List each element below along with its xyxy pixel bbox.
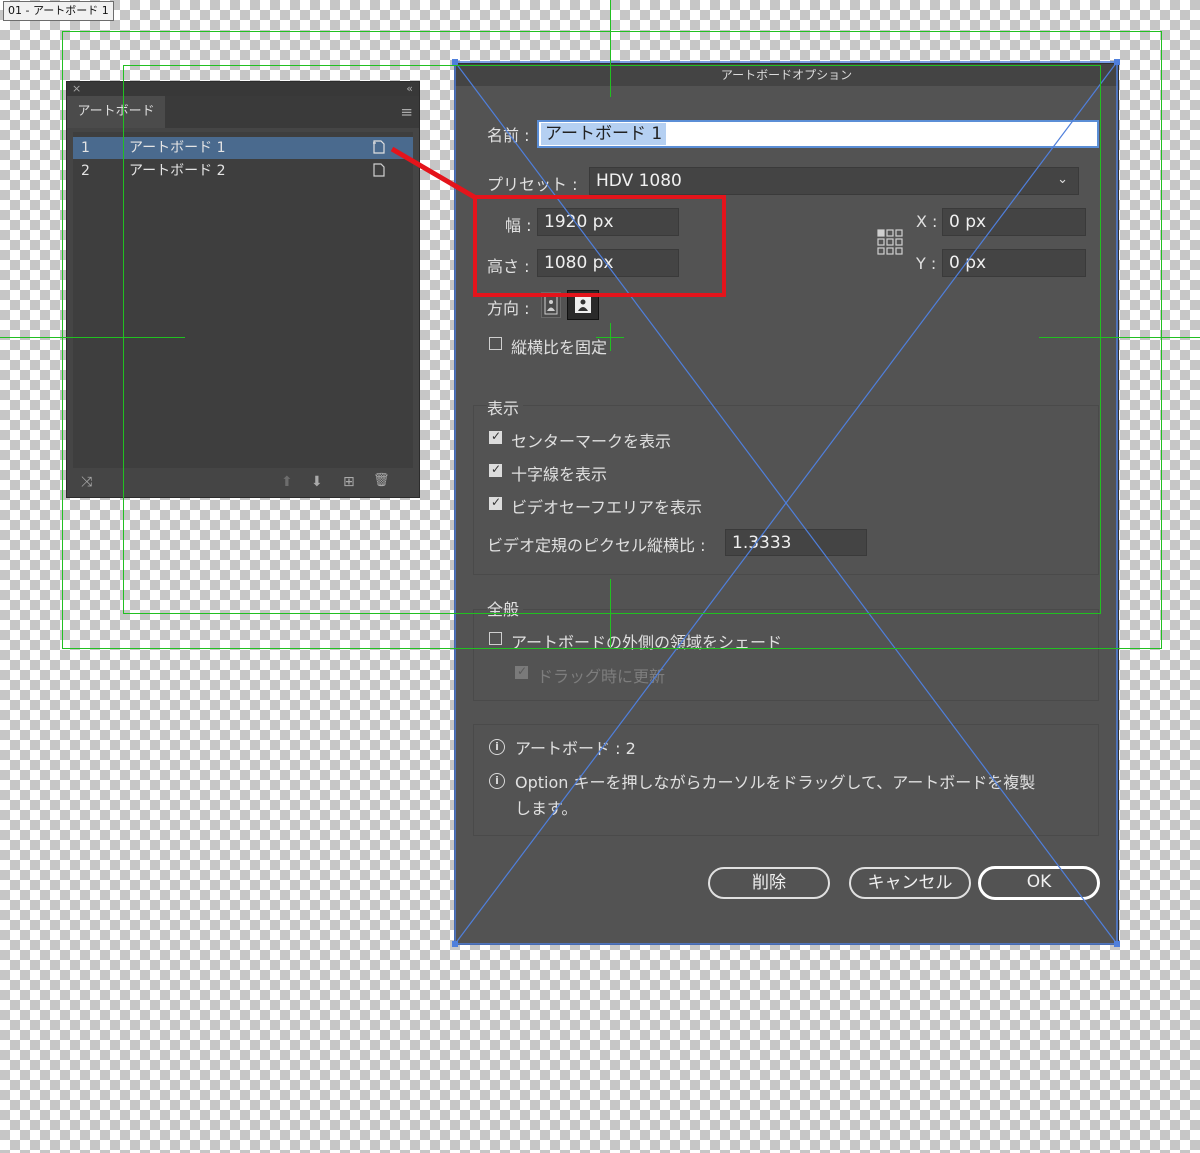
center-crosshair-v — [610, 323, 611, 351]
name-label: 名前 : — [487, 126, 530, 145]
general-section-title: 全般 — [487, 596, 524, 620]
delete-button[interactable]: 削除 — [708, 867, 830, 899]
preset-value: HDV 1080 — [596, 171, 682, 191]
video-safe-label: ビデオセーフエリアを表示 — [511, 498, 703, 517]
panel-title-bar: × « — [67, 82, 419, 96]
info-icon: i — [489, 739, 505, 755]
panel-collapse-button[interactable]: « — [406, 82, 413, 96]
rearrange-icon[interactable]: ⤨ — [81, 474, 92, 490]
artboard-name: アートボード 2 — [129, 163, 226, 179]
panel-menu-icon[interactable]: ≡ — [400, 103, 413, 121]
artboard-name-tag: 01 - アートボード 1 — [3, 1, 114, 21]
name-field-selection: アートボード 1 — [541, 123, 667, 145]
pixel-aspect-field[interactable]: 1.3333 — [725, 529, 867, 556]
aspect-lock-checkbox[interactable] — [489, 337, 502, 350]
reference-point-icon[interactable] — [877, 229, 903, 255]
new-artboard-icon[interactable]: ⊞ — [343, 474, 355, 490]
artboards-panel: × « アートボード ≡ 1 アートボード 1 2 アートボード 2 ⤨ ⬆ ⬇… — [67, 82, 419, 497]
x-field[interactable]: 0 px — [942, 208, 1086, 236]
pixel-aspect-label: ビデオ定規のピクセル縦横比 : — [487, 536, 706, 555]
orientation-label: 方向 : — [487, 299, 530, 318]
artboard-count-info: アートボード : 2 — [515, 739, 636, 758]
cancel-button[interactable]: キャンセル — [849, 867, 971, 899]
center-mark-bottom — [610, 579, 611, 647]
artboard-number: 2 — [81, 163, 90, 179]
option-drag-info-line2: します。 — [515, 799, 578, 818]
fade-outside-label: アートボードの外側の領域をシェード — [511, 633, 783, 652]
center-mark-top — [610, 0, 611, 97]
preset-label: プリセット : — [487, 175, 578, 194]
chevron-down-icon: ⌄ — [1057, 172, 1068, 187]
center-mark-left — [0, 337, 185, 338]
display-section-title: 表示 — [487, 395, 524, 419]
list-item[interactable]: 2 アートボード 2 — [73, 160, 413, 182]
update-dragging-checkbox[interactable] — [515, 664, 528, 679]
update-dragging-label: ドラッグ時に更新 — [537, 667, 666, 686]
list-item[interactable]: 1 アートボード 1 — [73, 137, 413, 159]
general-group — [473, 609, 1099, 701]
artboard-number: 1 — [81, 140, 90, 156]
move-down-icon[interactable]: ⬇ — [311, 474, 323, 490]
y-field[interactable]: 0 px — [942, 249, 1086, 277]
center-mark-right — [1039, 337, 1200, 338]
aspect-lock-label: 縦横比を固定 — [511, 338, 608, 357]
name-field[interactable]: アートボード 1 — [537, 120, 1099, 148]
center-mark-checkbox[interactable] — [489, 429, 502, 444]
info-icon: i — [489, 773, 505, 789]
crosshairs-checkbox[interactable] — [489, 462, 502, 477]
ok-button[interactable]: OK — [978, 866, 1100, 900]
artboard-list: 1 アートボード 1 2 アートボード 2 — [73, 132, 413, 468]
x-label: X : — [916, 212, 938, 231]
center-mark-label: センターマークを表示 — [511, 432, 672, 451]
artboard-options-icon[interactable] — [373, 140, 385, 154]
option-drag-info-line1: Option キーを押しながらカーソルをドラッグして、アートボードを複製 — [515, 773, 1036, 792]
panel-close-button[interactable]: × — [72, 82, 81, 96]
panel-footer: ⤨ ⬆ ⬇ ⊞ 🗑 — [67, 472, 419, 497]
artboard-name: アートボード 1 — [129, 140, 226, 156]
panel-tab-bar: アートボード ≡ — [67, 96, 419, 128]
preset-select[interactable]: HDV 1080 ⌄ — [589, 167, 1079, 195]
tab-artboards[interactable]: アートボード — [67, 96, 165, 128]
fade-outside-checkbox[interactable] — [489, 632, 502, 645]
crosshairs-label: 十字線を表示 — [511, 465, 608, 484]
artboard-options-icon[interactable] — [373, 163, 385, 177]
delete-artboard-icon[interactable]: 🗑 — [373, 473, 390, 488]
size-highlight-box — [473, 195, 726, 297]
dialog-title: アートボードオプション — [455, 64, 1118, 86]
move-up-icon[interactable]: ⬆ — [281, 474, 293, 490]
y-label: Y : — [916, 254, 937, 273]
video-safe-checkbox[interactable] — [489, 495, 502, 510]
